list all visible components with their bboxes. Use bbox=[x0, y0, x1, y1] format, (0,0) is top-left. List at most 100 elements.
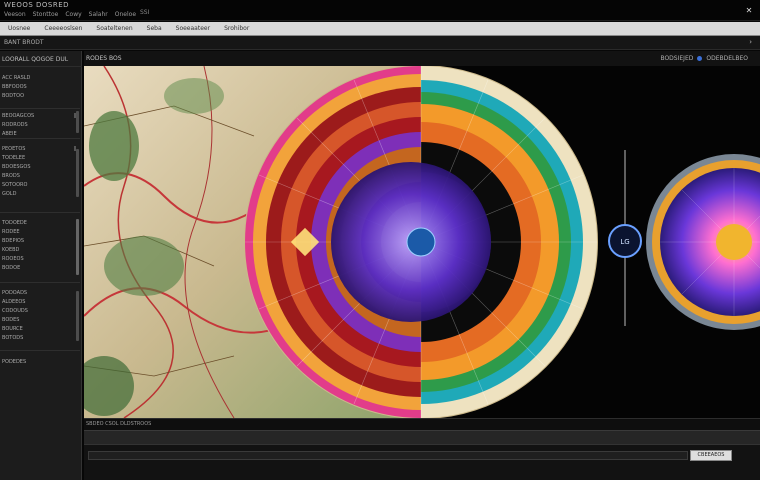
sidebar-item[interactable]: BRODS bbox=[0, 171, 80, 180]
sidebar-item-label: BDOESGOS bbox=[2, 163, 31, 170]
sidebar-item[interactable]: RODRODS bbox=[0, 120, 80, 129]
sidebar-item[interactable]: TODELEE bbox=[0, 153, 80, 162]
sidebar-item-label: ROOEOS bbox=[2, 255, 24, 262]
main-wheel bbox=[244, 66, 598, 418]
title-center-text: SSI bbox=[140, 9, 150, 16]
radial-visualization: LG bbox=[84, 66, 760, 418]
sidebar-item-label: PODEDES bbox=[2, 358, 27, 365]
panel-header-label[interactable]: ODEBDELBEO bbox=[706, 55, 748, 62]
sidebar-item-label: BODOE bbox=[2, 264, 21, 271]
menu-bar: Veeson Stonttoe Cowy Salahr Oneloe bbox=[4, 11, 136, 18]
sidebar-group: ACC RASLD BBFOOOS BODTOO bbox=[0, 69, 80, 109]
sidebar-item[interactable]: ROOEOS bbox=[0, 254, 80, 263]
sidebar-item[interactable]: ACC RASLD bbox=[0, 73, 80, 82]
sidebar-item-label: ABEIE bbox=[2, 130, 17, 137]
command-area: CBEEAEOS bbox=[84, 444, 760, 480]
sidebar-item-label: GOLD bbox=[2, 190, 17, 197]
sidebar-item-label: BEOOAGCOS bbox=[2, 112, 35, 119]
status-line: SBDEO CSOL DLDSTROOS bbox=[84, 418, 760, 430]
sidebar-item[interactable]: PODEDES bbox=[0, 357, 80, 366]
sidebar-group: BEOOAGCOS RODRODS ABEIE bbox=[0, 109, 80, 139]
sidebar-item-label: BOTODS bbox=[2, 334, 24, 341]
sidebar-item[interactable]: GOLD bbox=[0, 189, 80, 198]
chevron-right-icon[interactable]: › bbox=[749, 38, 752, 46]
breadcrumb[interactable]: BANT BRODT bbox=[4, 39, 44, 46]
sidebar-item[interactable]: BBFOOOS bbox=[0, 82, 80, 91]
center-marker-icon[interactable]: LG bbox=[608, 224, 642, 258]
status-text: SBDEO CSOL DLDSTROOS bbox=[86, 421, 152, 427]
sidebar-item[interactable]: BDOESGOS bbox=[0, 162, 80, 171]
sidebar-item[interactable]: BDEPIOS bbox=[0, 236, 80, 245]
sidebar-item[interactable]: ALDEEOS bbox=[0, 297, 80, 306]
sidebar-item-label: BDEPIOS bbox=[2, 237, 25, 244]
menu-item[interactable]: Veeson bbox=[4, 11, 26, 18]
sidebar-group: PODEDES bbox=[0, 355, 80, 369]
sidebar-item[interactable]: RODEE bbox=[0, 227, 80, 236]
toolbar: Uosnee Ceeeeoslsen Soateltenen Seba Soee… bbox=[0, 22, 760, 36]
toolbar-button[interactable]: Seba bbox=[145, 24, 164, 33]
sidebar-item[interactable]: CODOUDS bbox=[0, 306, 80, 315]
sidebar-item[interactable]: BEOOAGCOS bbox=[0, 111, 80, 120]
sidebar-item-label: RODEE bbox=[2, 228, 20, 235]
sidebar-group: TODOEDE RODEE BDEPIOS KOEBD ROOEOS BODOE bbox=[0, 215, 80, 283]
menu-item[interactable]: Cowy bbox=[65, 11, 81, 18]
command-input[interactable] bbox=[88, 451, 688, 460]
sidebar-item-label: BBFOOOS bbox=[2, 83, 27, 90]
sidebar-item-label: BOURCE bbox=[2, 325, 23, 332]
breadcrumb-strip: BANT BRODT › bbox=[0, 36, 760, 50]
toolbar-button[interactable]: Srohibor bbox=[222, 24, 251, 33]
toolbar-button[interactable]: Ceeeeoslsen bbox=[42, 24, 84, 33]
apply-button[interactable]: CBEEAEOS bbox=[690, 450, 732, 461]
sidebar-item-label: TODELEE bbox=[2, 154, 26, 161]
title-bar: WEOOS DOSRED Veeson Stonttoe Cowy Salahr… bbox=[0, 0, 760, 21]
sidebar-item-label: PODOADS bbox=[2, 289, 28, 296]
toolbar-button[interactable]: Uosnee bbox=[6, 24, 32, 33]
status-strip bbox=[84, 430, 760, 444]
sidebar-item-label: ACC RASLD bbox=[2, 74, 31, 81]
toolbar-button[interactable]: Soateltenen bbox=[94, 24, 134, 33]
sidebar-group: PEOETOS TODELEE BDOESGOS BRODS SOTOORO G… bbox=[0, 141, 80, 213]
sidebar-item[interactable]: KOEBD bbox=[0, 245, 80, 254]
sidebar-item[interactable]: BODOE bbox=[0, 263, 80, 272]
sidebar-item-label: KOEBD bbox=[2, 246, 20, 253]
panel-header-label: BODSIEJED bbox=[660, 55, 694, 62]
toolbar-button[interactable]: Soeeaateer bbox=[174, 24, 212, 33]
sidebar-item-label: ALDEEOS bbox=[2, 298, 26, 305]
center-marker-label: LG bbox=[620, 238, 629, 246]
scrollbar[interactable] bbox=[76, 219, 79, 275]
sidebar-item-label: BODES bbox=[2, 316, 20, 323]
secondary-wheel bbox=[646, 154, 760, 330]
menu-item[interactable]: Oneloe bbox=[115, 11, 136, 18]
sidebar-item[interactable]: SOTOORO bbox=[0, 180, 80, 189]
menu-item[interactable]: Stonttoe bbox=[33, 11, 59, 18]
sidebar-item-label: SOTOORO bbox=[2, 181, 28, 188]
sidebar-item-label: TODOEDE bbox=[2, 219, 27, 226]
sidebar-item[interactable]: BOURCE bbox=[0, 324, 80, 333]
menu-item[interactable]: Salahr bbox=[89, 11, 108, 18]
sidebar-group: PODOADS ALDEEOS CODOUDS BODES BOURCE BOT… bbox=[0, 285, 80, 351]
scrollbar[interactable] bbox=[76, 149, 79, 197]
panel-title: RODES BOS bbox=[86, 55, 122, 62]
sidebar-item[interactable]: BODES bbox=[0, 315, 80, 324]
sidebar-item[interactable]: PODOADS bbox=[0, 288, 80, 297]
panel-header-controls: BODSIEJED ODEBDELBEO bbox=[660, 55, 748, 62]
sidebar-item-label: PEOETOS bbox=[2, 145, 26, 152]
sidebar-item[interactable]: TODOEDE bbox=[0, 218, 80, 227]
sidebar-item-label: BODTOO bbox=[2, 92, 25, 99]
sidebar-item-label: RODRODS bbox=[2, 121, 28, 128]
sidebar-item-label: CODOUDS bbox=[2, 307, 28, 314]
scrollbar[interactable] bbox=[76, 291, 79, 341]
status-dot-icon bbox=[697, 56, 703, 61]
panel-header: RODES BOS BODSIEJED ODEBDELBEO bbox=[84, 51, 760, 66]
sidebar-item[interactable]: BOTODS bbox=[0, 333, 80, 342]
sidebar-item[interactable]: ABEIE bbox=[0, 129, 80, 138]
scrollbar[interactable] bbox=[76, 111, 79, 133]
sidebar-item[interactable]: PEOETOS bbox=[0, 144, 80, 153]
close-icon[interactable]: ✕ bbox=[744, 7, 754, 15]
sidebar-item[interactable]: BODTOO bbox=[0, 91, 80, 100]
sidebar: LOORALL QOGOE DUL ACC RASLD BBFOOOS BODT… bbox=[0, 51, 82, 480]
sidebar-item-label: BRODS bbox=[2, 172, 20, 179]
sidebar-header: LOORALL QOGOE DUL bbox=[0, 51, 82, 67]
visualization-canvas[interactable]: LG bbox=[84, 66, 760, 418]
window-title: WEOOS DOSRED bbox=[4, 1, 70, 9]
